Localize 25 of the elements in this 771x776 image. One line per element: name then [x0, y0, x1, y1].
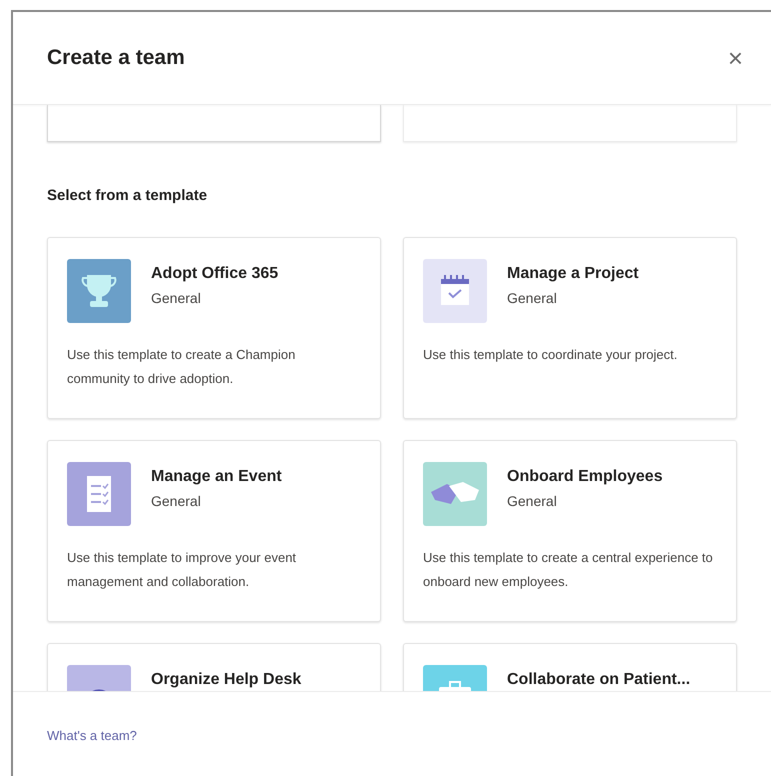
template-title: Manage a Project: [507, 264, 639, 284]
template-card[interactable]: Collaborate on Patient...: [403, 642, 737, 691]
template-description: Use this template to coordinate your project.: [423, 346, 678, 364]
template-card[interactable]: Organize Help Desk: [47, 642, 381, 691]
template-description: Use this template to create a Champion community to drive adoption.: [67, 346, 296, 388]
dialog-title: Create a team: [47, 45, 185, 72]
help-link[interactable]: What's a team?: [47, 728, 137, 743]
template-category: General: [151, 492, 202, 510]
option-card[interactable]: [47, 105, 381, 142]
template-card[interactable]: Onboard Employees General Use this template to create a central experience to onboard new employees.: [403, 440, 737, 622]
template-title: Adopt Office 365: [151, 264, 278, 284]
template-title: Organize Help Desk: [151, 670, 302, 690]
template-category: General: [507, 492, 558, 510]
close-button[interactable]: ×: [724, 45, 747, 71]
template-category: General: [507, 288, 558, 308]
template-description: Use this template to create a central experience to onboard new employees.: [423, 548, 714, 591]
template-card[interactable]: Adopt Office 365 General Use this template to create a Champion community to drive adoption.: [47, 236, 381, 418]
template-category: General: [151, 288, 202, 308]
template-title: Manage an Event: [151, 466, 282, 486]
template-description: Use this template to improve your event management and collaboration.: [67, 548, 298, 591]
template-title: Onboard Employees: [507, 466, 663, 486]
template-title: Collaborate on Patient...: [507, 670, 690, 690]
template-card[interactable]: Manage an Event General Use this template to improve your event management and collaboration.: [47, 440, 381, 622]
template-card[interactable]: Manage a Project General Use this template to coordinate your project.: [403, 236, 737, 418]
section-heading: Select from a template: [47, 186, 208, 206]
